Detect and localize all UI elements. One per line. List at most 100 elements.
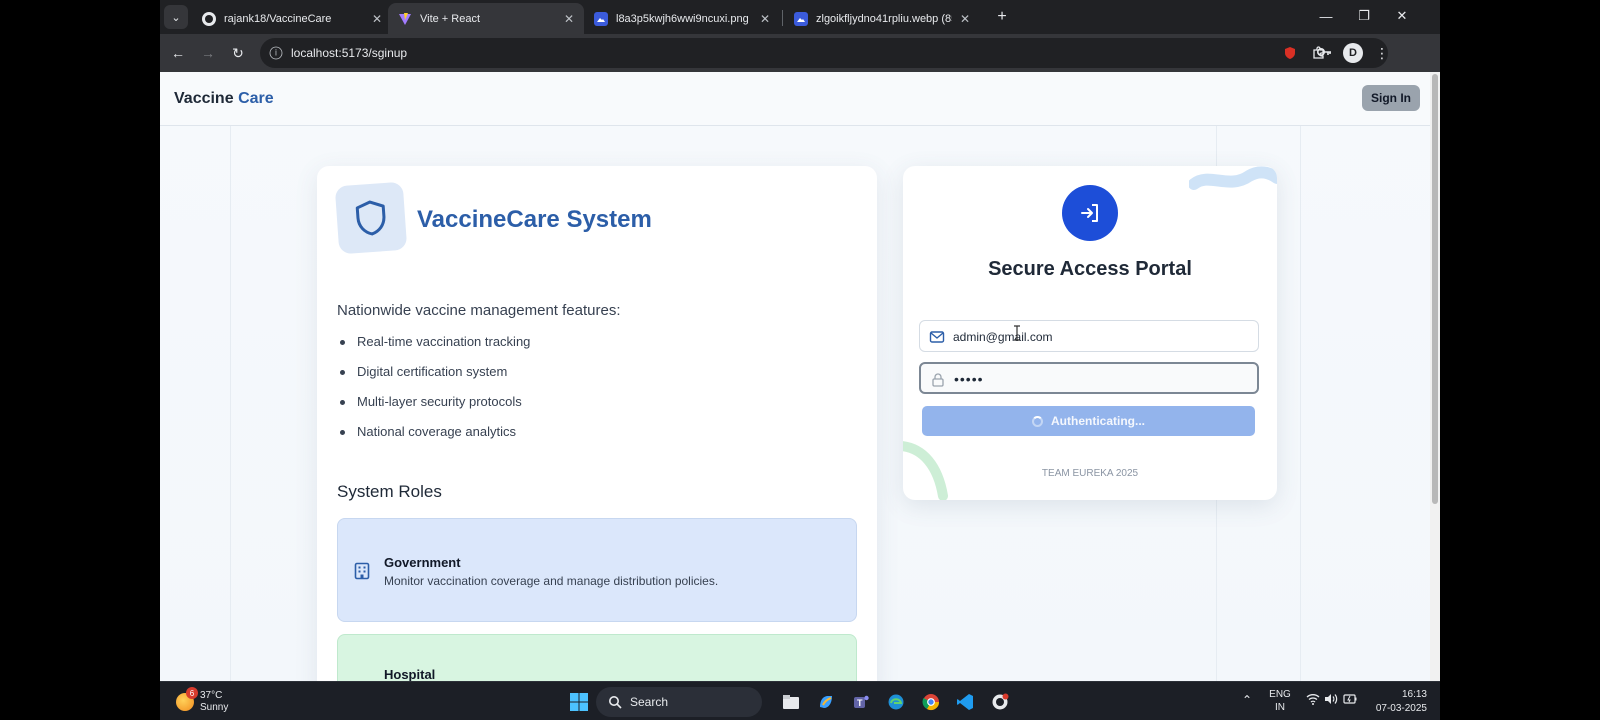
email-value: admin@gmail.com xyxy=(953,330,1053,344)
taskbar-app-files[interactable] xyxy=(778,689,804,715)
sign-in-icon xyxy=(1081,204,1098,222)
taskbar-app-vscode[interactable] xyxy=(952,689,978,715)
feature-list: Real-time vaccination tracking Digital c… xyxy=(337,334,530,454)
role-card-government[interactable]: Government Monitor vaccination coverage … xyxy=(337,518,857,622)
tab-github[interactable]: rajank18/VaccineCare ✕ xyxy=(192,3,392,34)
forward-button[interactable]: → xyxy=(196,41,220,65)
minimize-button[interactable]: — xyxy=(1308,0,1344,32)
tray-overflow-button[interactable]: ⌃ xyxy=(1242,694,1252,707)
mail-icon xyxy=(929,331,945,343)
copilot-icon xyxy=(820,696,832,708)
authenticate-label: Authenticating... xyxy=(1051,414,1145,428)
wifi-icon[interactable] xyxy=(1306,693,1320,709)
brand-logo[interactable]: Vaccine Care xyxy=(174,90,274,108)
authenticate-button[interactable]: Authenticating... xyxy=(922,406,1255,436)
svg-text:T: T xyxy=(857,698,863,708)
close-icon[interactable]: ✕ xyxy=(372,12,382,26)
sun-icon: 6 xyxy=(176,687,198,711)
role-card-hospital[interactable]: Hospital xyxy=(337,634,857,681)
search-icon xyxy=(609,696,622,709)
tab-vite-react[interactable]: Vite + React ✕ xyxy=(388,3,584,34)
close-icon[interactable]: ✕ xyxy=(760,12,770,26)
spinner-icon xyxy=(1032,415,1043,427)
site-info-icon[interactable]: i xyxy=(269,46,283,60)
shield-extension-icon xyxy=(1285,47,1295,59)
tab-image-png[interactable]: l8a3p5kwjh6wwi9ncuxi.png (70 ✕ xyxy=(584,3,780,34)
system-clock[interactable]: 16:13 07-03-2025 xyxy=(1373,688,1427,716)
clock-time: 16:13 xyxy=(1401,689,1427,700)
tab-title: zlgoikfljydno41rpliu.webp (850 xyxy=(816,12,952,25)
vscode-icon xyxy=(957,694,973,710)
brand-primary: Vaccine xyxy=(174,90,234,107)
battery-icon[interactable] xyxy=(1343,693,1357,709)
close-icon[interactable]: ✕ xyxy=(564,12,574,26)
tab-strip: ⌄ rajank18/VaccineCare ✕ Vite + React ✕ … xyxy=(160,0,1440,34)
notification-badge: 6 xyxy=(186,687,198,699)
weather-widget[interactable]: 6 37°C Sunny xyxy=(176,687,228,717)
clock-date: 07-03-2025 xyxy=(1375,703,1427,714)
browser-menu-button[interactable]: ⋮ xyxy=(1370,41,1394,65)
plus-icon: + xyxy=(997,8,1007,25)
teams-icon: T xyxy=(854,695,869,708)
tab-title: Vite + React xyxy=(420,12,481,25)
sign-in-button[interactable]: Sign In xyxy=(1362,85,1420,111)
background-line xyxy=(1300,126,1301,681)
vite-icon xyxy=(398,12,412,26)
role-description: Monitor vaccination coverage and manage … xyxy=(384,574,719,588)
password-field[interactable]: ••••• xyxy=(919,362,1259,394)
tab-search-button[interactable]: ⌄ xyxy=(164,5,188,29)
tab-image-webp[interactable]: zlgoikfljydno41rpliu.webp (850 ✕ xyxy=(784,3,980,34)
reload-icon: ↻ xyxy=(232,44,244,61)
text-cursor-icon xyxy=(1014,325,1020,341)
close-icon[interactable]: ✕ xyxy=(960,12,970,26)
tab-title: l8a3p5kwjh6wwi9ncuxi.png (70 xyxy=(616,12,752,25)
extensions-menu-button[interactable] xyxy=(1307,41,1331,65)
role-title: Hospital xyxy=(384,667,436,681)
back-button[interactable]: ← xyxy=(166,41,190,65)
page-scrollbar[interactable] xyxy=(1430,72,1440,681)
scrollbar-thumb[interactable] xyxy=(1432,74,1438,504)
chrome-icon xyxy=(922,694,940,711)
volume-icon[interactable] xyxy=(1324,693,1338,709)
window-close-button[interactable]: ✕ xyxy=(1384,0,1420,32)
new-tab-button[interactable]: + xyxy=(991,6,1013,28)
login-card: Secure Access Portal admin@gmail.com •••… xyxy=(903,166,1277,500)
arrow-right-icon: → xyxy=(201,45,215,61)
list-item: Digital certification system xyxy=(337,364,530,394)
list-item: Real-time vaccination tracking xyxy=(337,334,530,364)
more-vertical-icon: ⋮ xyxy=(1375,44,1389,61)
language-indicator[interactable]: ENG IN xyxy=(1266,688,1294,714)
role-title: Government xyxy=(384,555,461,570)
email-field[interactable]: admin@gmail.com xyxy=(919,320,1259,352)
info-card: VaccineCare System Nationwide vaccine ma… xyxy=(317,166,877,681)
url-text: localhost:5173/sginup xyxy=(291,46,408,60)
windows-logo-icon xyxy=(570,693,588,711)
restore-icon: ❐ xyxy=(1358,8,1370,23)
chevron-down-icon: ⌄ xyxy=(171,11,181,24)
roles-heading: System Roles xyxy=(337,482,442,501)
taskbar-app-copilot[interactable] xyxy=(813,689,839,715)
shield-icon xyxy=(355,200,386,236)
features-heading: Nationwide vaccine management features: xyxy=(337,302,621,319)
taskbar-app-teams[interactable]: T xyxy=(848,689,874,715)
address-bar[interactable]: i localhost:5173/sginup ☆ xyxy=(260,38,1388,68)
extension-button[interactable] xyxy=(1278,41,1302,65)
region-code: IN xyxy=(1275,702,1285,713)
taskbar-app-edge[interactable] xyxy=(883,689,909,715)
reload-button[interactable]: ↻ xyxy=(226,41,250,65)
taskbar-app-chrome[interactable] xyxy=(918,689,944,715)
profile-avatar[interactable]: D xyxy=(1343,43,1363,63)
building-icon xyxy=(354,562,370,580)
taskbar-search[interactable]: Search xyxy=(596,687,762,717)
system-title: VaccineCare System xyxy=(417,206,652,233)
taskbar-app-github[interactable] xyxy=(987,689,1013,715)
background-line xyxy=(230,126,231,681)
list-item: National coverage analytics xyxy=(337,424,530,454)
weather-description: Sunny xyxy=(200,702,229,713)
start-button[interactable] xyxy=(566,689,592,715)
restore-button[interactable]: ❐ xyxy=(1346,0,1382,32)
screen: ⌄ rajank18/VaccineCare ✕ Vite + React ✕ … xyxy=(160,0,1440,720)
tab-title: rajank18/VaccineCare xyxy=(224,12,332,25)
github-icon xyxy=(202,11,216,26)
puzzle-icon xyxy=(1313,46,1324,59)
